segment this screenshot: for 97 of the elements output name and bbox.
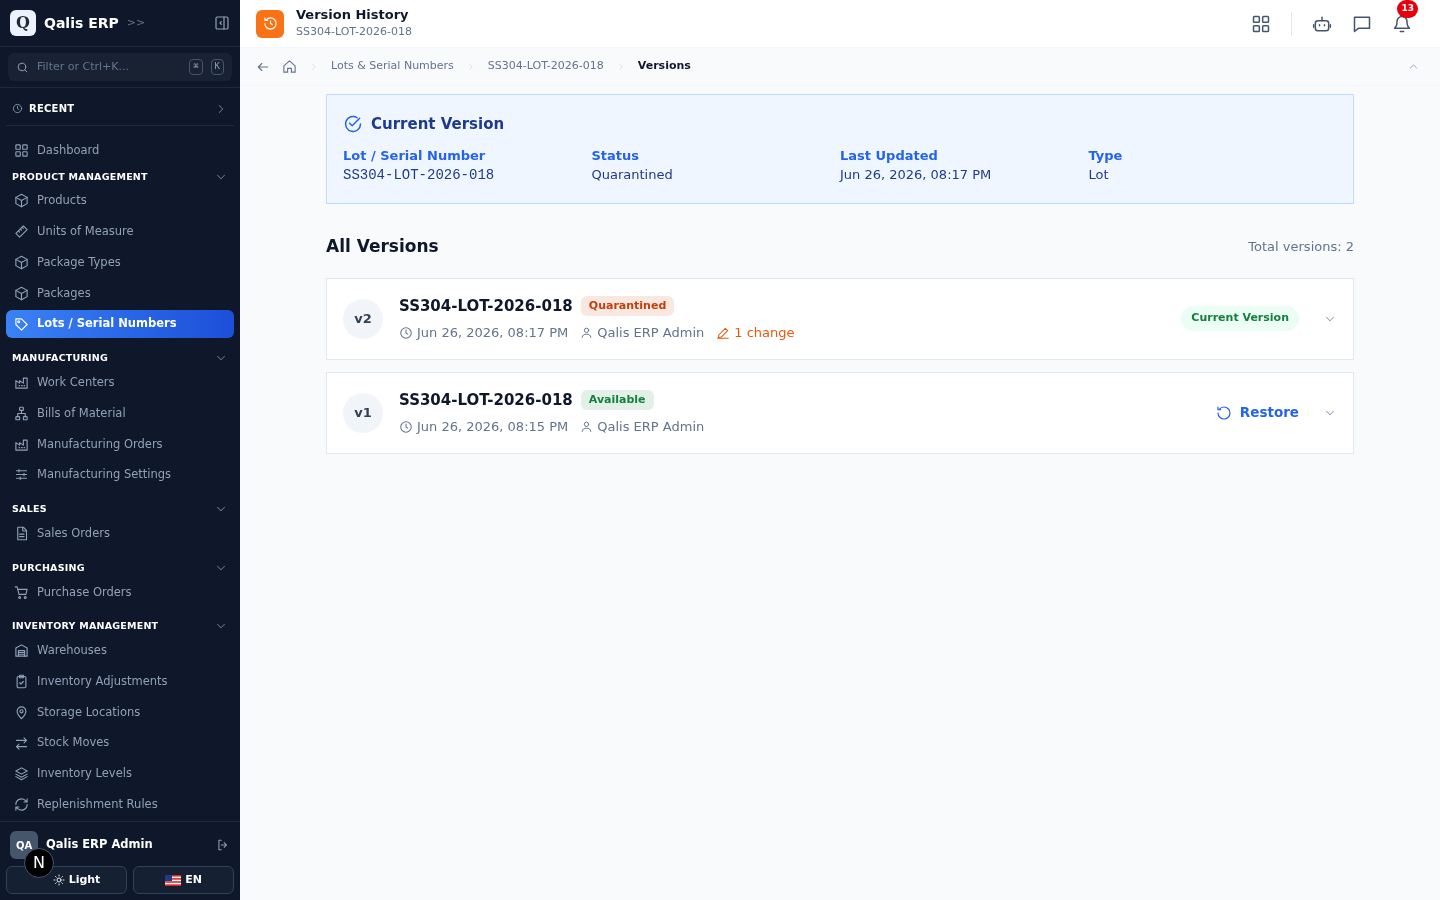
version-tag: v2 (343, 298, 383, 339)
flag-icon (165, 874, 182, 886)
nav-item[interactable]: Manufacturing Settings (6, 460, 234, 490)
shortcut-key: K (210, 59, 224, 75)
breadcrumb[interactable]: Lots & Serial Numbers (331, 58, 454, 75)
app-name: Qalis ERP (44, 13, 119, 33)
field-label: Lot / Serial Number (343, 146, 487, 165)
hierarchy-icon (14, 405, 29, 421)
nav-item[interactable]: Warehouses (6, 636, 234, 666)
document-icon (14, 526, 29, 542)
page-subtitle: SS304-LOT-2026-018 (296, 24, 412, 41)
breadcrumb: Versions (637, 58, 691, 75)
nav-item[interactable]: Sales Orders (6, 519, 234, 548)
status-badge: Available (580, 389, 654, 410)
filter-field[interactable]: Filter or Ctrl+K... ⌘ K (8, 53, 232, 81)
section-header[interactable]: PRODUCT MANAGEMENT (0, 166, 240, 187)
change-count[interactable]: 1 change (734, 323, 795, 343)
restore-icon (1215, 404, 1232, 421)
home-icon (282, 59, 297, 74)
nav-item[interactable]: Packages (6, 278, 234, 308)
breadcrumb[interactable]: SS304-LOT-2026-018 (487, 58, 604, 75)
version-count: Total versions: 2 (1248, 238, 1354, 256)
user-icon (580, 420, 594, 434)
section-title: All Versions (326, 235, 439, 258)
field-value: Jun 26, 2026, 08:17 PM (840, 166, 993, 184)
field-label: Type (1088, 146, 1124, 165)
box-icon (14, 193, 29, 209)
version-author: Qalis ERP Admin (597, 324, 705, 342)
ruler-icon (14, 224, 29, 240)
nav-item[interactable]: Products (6, 186, 234, 216)
nav-item[interactable]: Bills of Material (6, 399, 234, 428)
version-author: Qalis ERP Admin (597, 418, 705, 436)
clock-icon (399, 419, 413, 434)
nav-item[interactable]: Inventory Adjustments (6, 667, 234, 696)
card-title: Current Version (371, 114, 505, 135)
restore-button[interactable]: Restore (1215, 402, 1299, 423)
refresh-icon (14, 797, 29, 813)
swap-arrows-icon (14, 735, 29, 751)
current-version-badge: Current Version (1181, 306, 1299, 331)
version-tag: v1 (343, 392, 383, 433)
grid-icon (14, 142, 29, 158)
clipboard-icon (14, 674, 29, 690)
page-title: Version History (296, 6, 410, 25)
expand-glyph[interactable]: >> (126, 14, 146, 32)
version-name: SS304-LOT-2026-018 (399, 295, 573, 317)
check-circle-icon (343, 114, 363, 135)
clock-icon (399, 325, 413, 340)
cart-icon (14, 584, 29, 600)
version-name: SS304-LOT-2026-018 (399, 389, 573, 411)
sliders-icon (14, 467, 29, 483)
section-header[interactable]: MANUFACTURING (0, 348, 240, 369)
clock-icon (262, 16, 278, 31)
nav-item[interactable]: Package Types (6, 248, 234, 277)
version-date: Jun 26, 2026, 08:17 PM (417, 324, 569, 342)
tag-icon (14, 316, 29, 332)
grid-icon (1251, 13, 1271, 34)
filter-input[interactable]: Filter or Ctrl+K... (37, 58, 182, 76)
sun-icon (52, 874, 65, 886)
box-icon (14, 285, 29, 301)
version-date: Jun 26, 2026, 08:15 PM (417, 418, 569, 436)
warehouse-icon (14, 643, 29, 659)
language-button[interactable]: EN (133, 866, 234, 894)
nav-item[interactable]: Replenishment Rules (6, 790, 234, 819)
nav-item[interactable]: Stock Moves (6, 728, 234, 758)
sidebar-toggle-icon (214, 15, 230, 31)
field-label: Last Updated (840, 146, 939, 165)
clock-icon (12, 103, 23, 114)
search-icon (16, 60, 29, 74)
bell-icon (1392, 13, 1412, 34)
nav-item[interactable]: Inventory Levels (6, 759, 234, 789)
field-label: Status (591, 146, 641, 165)
field-value: Quarantined (591, 166, 674, 184)
box-icon (14, 255, 29, 270)
nav-item[interactable]: Manufacturing Orders (6, 429, 234, 459)
nav-item[interactable]: Work Centers (6, 368, 234, 398)
section-header[interactable]: PURCHASING (0, 557, 240, 578)
location-pin-icon (14, 704, 29, 720)
status-badge: Quarantined (580, 295, 675, 316)
field-value: Lot (1088, 166, 1110, 184)
shortcut-key: ⌘ (189, 59, 203, 75)
factory-icon (14, 436, 29, 452)
layers-icon (14, 766, 29, 782)
nav-item[interactable]: Storage Locations (6, 697, 234, 727)
factory-icon (14, 375, 29, 391)
nav-item[interactable]: Units of Measure (6, 217, 234, 247)
pencil-icon (716, 325, 731, 340)
notification-badge: 13 (1397, 0, 1418, 18)
nav-item[interactable]: Purchase Orders (6, 577, 234, 607)
section-header[interactable]: INVENTORY MANAGEMENT (0, 616, 240, 637)
field-value: SS304-LOT-2026-018 (343, 166, 496, 185)
user-icon (580, 326, 594, 340)
logout-icon (216, 838, 230, 852)
recent-toggle[interactable]: RECENT (6, 92, 234, 126)
logo: Q (10, 10, 36, 36)
section-header[interactable]: SALES (0, 499, 240, 520)
nav-item[interactable]: Lots / Serial Numbers (6, 309, 234, 339)
nav-item[interactable]: Dashboard (6, 136, 234, 165)
